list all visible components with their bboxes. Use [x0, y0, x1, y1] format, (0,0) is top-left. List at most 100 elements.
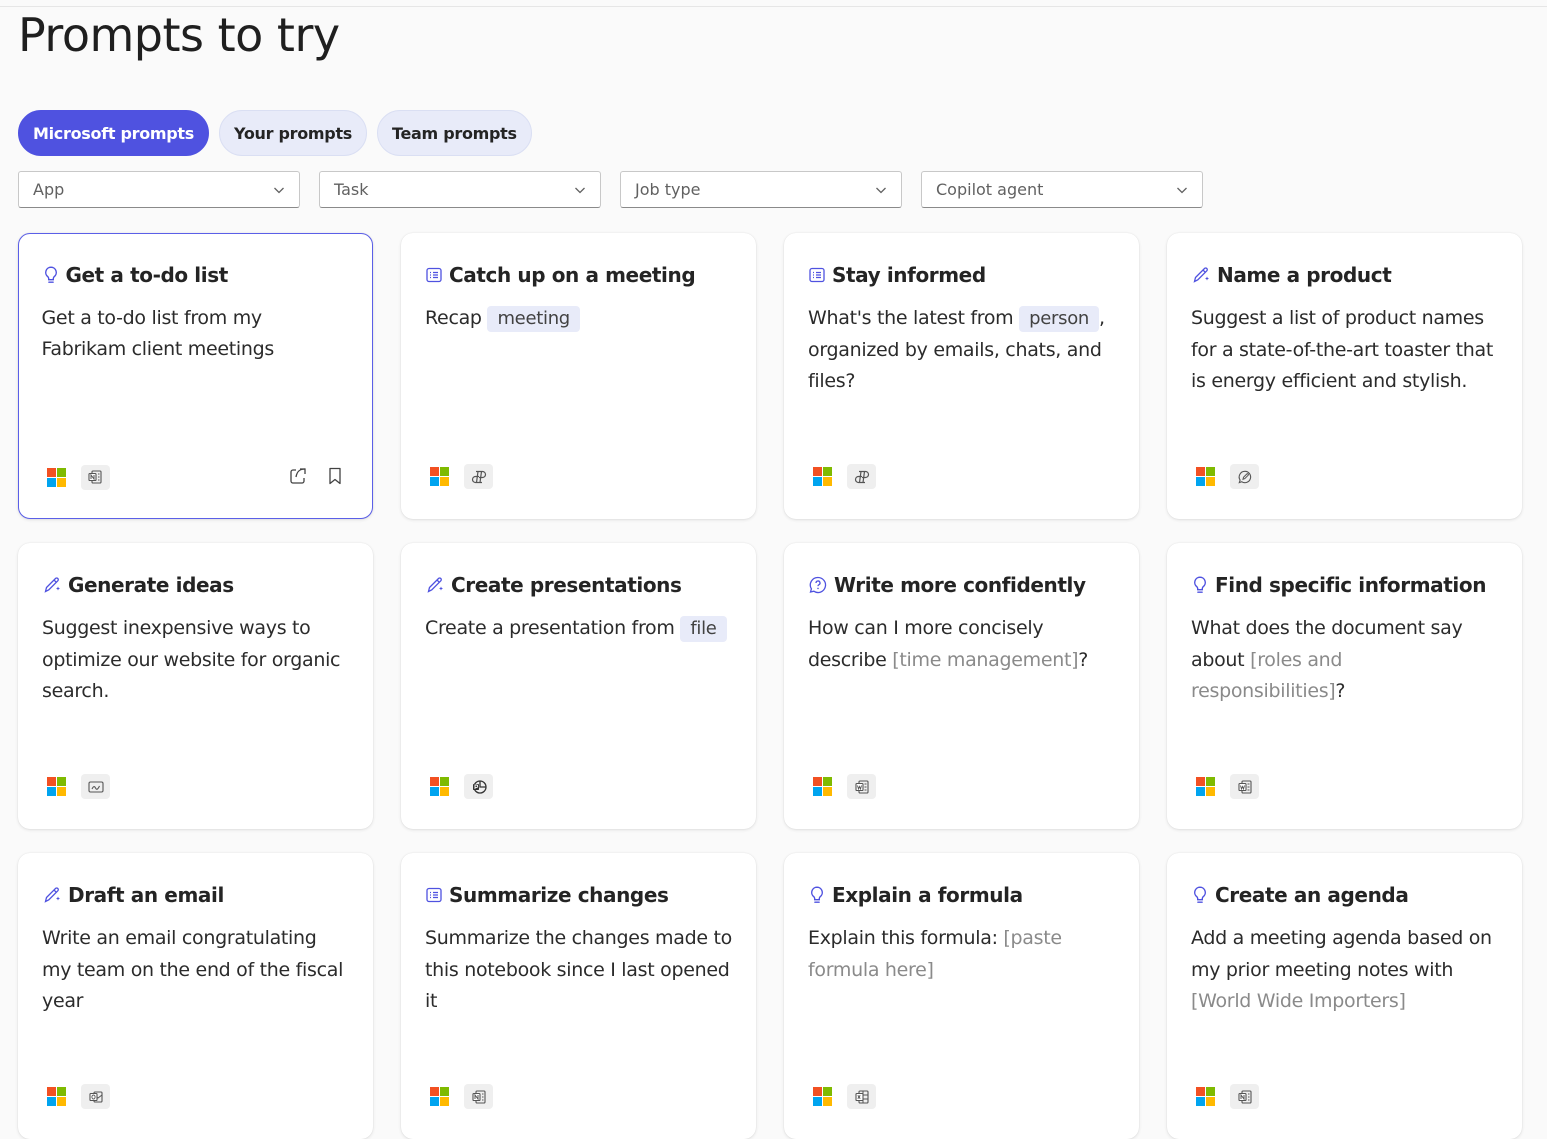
prompt-card-write-more-confidently[interactable]: Write more confidently How can I more con…	[784, 543, 1139, 829]
variable-chip: person	[1019, 306, 1100, 332]
card-title-text: Create an agenda	[1215, 883, 1409, 907]
card-prompt-text: Summarize the changes made to this noteb…	[425, 923, 732, 1018]
copilot-chat-icon	[847, 464, 876, 489]
card-app-badges	[1191, 774, 1259, 799]
microsoft-logo-icon	[808, 464, 837, 489]
prompt-text: Add a meeting agenda based on my prior m…	[1191, 927, 1492, 981]
card-title: Write more confidently	[808, 573, 1115, 597]
card-title-text: Stay informed	[832, 263, 986, 287]
card-app-badges	[808, 464, 876, 489]
powerpoint-icon	[464, 774, 493, 799]
app-filter-dropdown[interactable]: App	[18, 171, 300, 208]
prompt-card-explain-a-formula[interactable]: Explain a formula Explain this formula: […	[784, 853, 1139, 1139]
card-app-badges	[425, 774, 493, 799]
prompt-card-create-an-agenda[interactable]: Create an agenda Add a meeting agenda bas…	[1167, 853, 1522, 1139]
lightbulb-icon	[808, 885, 826, 905]
prompt-card-catch-up-on-a-meeting[interactable]: Catch up on a meeting Recap meeting	[401, 233, 756, 519]
card-prompt-text: How can I more concisely describe [time …	[808, 613, 1115, 676]
microsoft-logo-icon	[425, 1084, 454, 1109]
tab-team-prompts[interactable]: Team prompts	[377, 110, 532, 156]
prompt-card-find-specific-information[interactable]: Find specific information What does the d…	[1167, 543, 1522, 829]
card-title-text: Summarize changes	[449, 883, 669, 907]
card-app-badges	[425, 464, 493, 489]
job-type-filter-dropdown[interactable]: Job type	[620, 171, 902, 208]
card-prompt-text: Write an email congratulating my team on…	[42, 923, 349, 1018]
card-title: Get a to-do list	[42, 263, 350, 287]
card-title: Summarize changes	[425, 883, 732, 907]
prompt-card-generate-ideas[interactable]: Generate ideas Suggest inexpensive ways t…	[18, 543, 373, 829]
prompt-text: Explain this formula:	[808, 927, 998, 949]
prompt-card-grid: Get a to-do list Get a to-do list from my…	[18, 233, 1522, 1139]
card-title: Name a product	[1191, 263, 1498, 287]
card-title: Generate ideas	[42, 573, 349, 597]
microsoft-logo-icon	[1191, 1084, 1220, 1109]
chevron-down-icon	[274, 187, 284, 193]
prompt-card-summarize-changes[interactable]: Summarize changes Summarize the changes m…	[401, 853, 756, 1139]
microsoft-logo-icon	[425, 774, 454, 799]
microsoft-logo-icon	[42, 1084, 71, 1109]
card-title-text: Create presentations	[451, 573, 682, 597]
variable-chip: meeting	[487, 306, 580, 332]
card-title: Catch up on a meeting	[425, 263, 732, 287]
share-icon[interactable]	[288, 466, 308, 486]
card-prompt-text: Get a to-do list from my Fabrikam client…	[42, 303, 350, 366]
card-title-text: Catch up on a meeting	[449, 263, 696, 287]
onenote-icon	[80, 464, 110, 490]
tab-microsoft-prompts[interactable]: Microsoft prompts	[18, 110, 210, 156]
chevron-down-icon	[575, 187, 585, 193]
filter-placeholder: Task	[334, 180, 369, 199]
card-app-badges	[425, 1084, 493, 1109]
microsoft-logo-icon	[42, 774, 71, 799]
chevron-down-icon	[1177, 187, 1187, 193]
list-icon	[425, 266, 443, 284]
prompt-card-draft-an-email[interactable]: Draft an email Write an email congratulat…	[18, 853, 373, 1139]
chat-bubble-icon	[1230, 464, 1259, 489]
prompt-text: Write an email congratulating my team on…	[42, 927, 344, 1012]
copilot-chat-icon	[464, 464, 493, 489]
microsoft-logo-icon	[1191, 464, 1220, 489]
prompt-card-create-presentations[interactable]: Create presentations Create a presentatio…	[401, 543, 756, 829]
card-prompt-text: What does the document say about [roles …	[1191, 613, 1498, 708]
prompt-text: Suggest inexpensive ways to optimize our…	[42, 617, 341, 702]
placeholder-text: [time management]	[892, 648, 1079, 671]
prompt-text: Recap	[425, 307, 482, 329]
excel-icon	[847, 1084, 876, 1109]
placeholder-text: [World Wide Importers]	[1191, 990, 1406, 1012]
microsoft-logo-icon	[1191, 774, 1220, 799]
prompt-text: Create a presentation from	[425, 617, 675, 639]
list-icon	[425, 886, 443, 904]
card-prompt-text: Suggest a list of product names for a st…	[1191, 303, 1498, 398]
tab-your-prompts[interactable]: Your prompts	[219, 110, 368, 156]
microsoft-logo-icon	[425, 464, 454, 489]
bookmark-icon[interactable]	[326, 466, 344, 486]
card-title-text: Get a to-do list	[65, 262, 229, 287]
card-prompt-text: Suggest inexpensive ways to optimize our…	[42, 613, 349, 708]
card-title-text: Name a product	[1217, 263, 1392, 287]
prompt-text: Suggest a list of product names for a st…	[1191, 307, 1493, 392]
prompt-text-suffix: ?	[1078, 648, 1089, 671]
microsoft-logo-icon	[808, 774, 837, 799]
word-icon	[1230, 774, 1259, 799]
card-prompt-text: Add a meeting agenda based on my prior m…	[1191, 923, 1498, 1018]
card-app-badges	[42, 464, 110, 490]
prompt-text-suffix: ?	[1335, 680, 1346, 702]
card-prompt-text: What's the latest from person, organized…	[808, 303, 1115, 398]
prompt-text: What's the latest from	[808, 307, 1014, 329]
prompt-card-stay-informed[interactable]: Stay informed What's the latest from pers…	[784, 233, 1139, 519]
lightbulb-icon	[42, 265, 60, 285]
page-title: Prompts to try	[18, 8, 340, 62]
card-title: Create an agenda	[1191, 883, 1498, 907]
pen-sparkle-icon	[1191, 265, 1211, 285]
onenote-icon	[1230, 1084, 1259, 1109]
card-actions	[288, 466, 344, 486]
top-divider	[0, 6, 1547, 7]
prompt-card-name-a-product[interactable]: Name a product Suggest a list of product …	[1167, 233, 1522, 519]
copilot-agent-filter-dropdown[interactable]: Copilot agent	[921, 171, 1203, 208]
pen-sparkle-icon	[425, 575, 445, 595]
prompt-source-tabs: Microsoft prompts Your prompts Team prom…	[18, 110, 532, 156]
card-title-text: Explain a formula	[832, 883, 1023, 907]
task-filter-dropdown[interactable]: Task	[319, 171, 601, 208]
card-app-badges	[1191, 464, 1259, 489]
card-title: Find specific information	[1191, 573, 1498, 597]
prompt-card-get-a-to-do-list[interactable]: Get a to-do list Get a to-do list from my…	[18, 233, 373, 519]
